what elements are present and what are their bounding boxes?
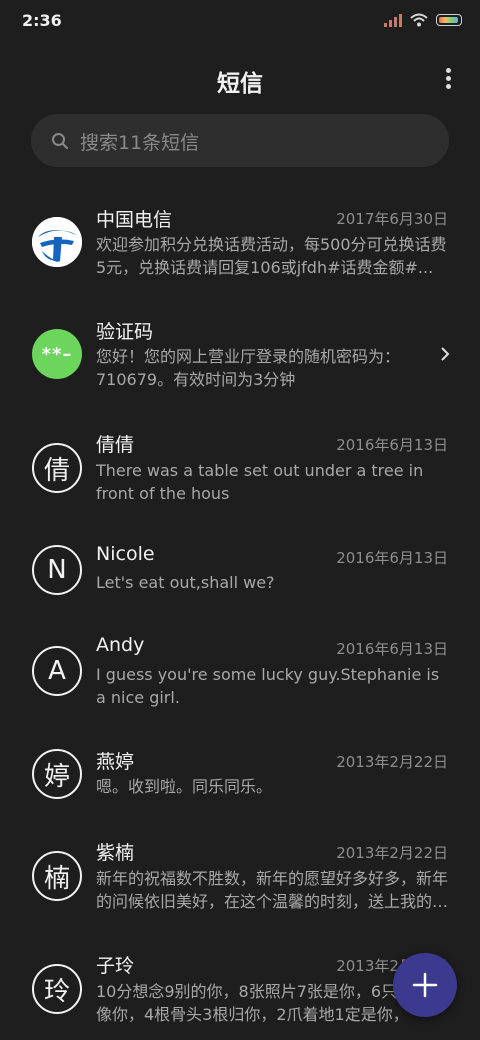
message-preview: 您好！您的网上营业厅登录的随机密码为：710679。有效时间为3分钟 [96,347,401,389]
message-preview: 新年的祝福数不胜数，新年的愿望好多好多，新年的问候依旧美好，在这个温馨的时刻，送… [96,869,449,911]
message-date: 2017年6月30日 [336,210,448,228]
avatar: 婷 [32,749,82,799]
contact-name: 子玲 [96,955,135,977]
battery-icon [436,14,462,26]
search-input[interactable]: 搜索11条短信 [80,128,199,155]
contact-name: 燕婷 [96,751,135,773]
more-options-icon[interactable] [446,68,452,90]
contact-name: 紫楠 [96,842,135,864]
header: 短信 [0,56,480,104]
page-title: 短信 [217,71,263,97]
message-preview: Let's eat out,shall we? [96,573,275,592]
conversation-item[interactable]: 中国电信 2017年6月30日 欢迎参加积分兑换话费活动，每500分可兑换话费5… [0,190,480,302]
message-date: 2016年6月13日 [336,549,448,567]
conversation-item[interactable]: **– 验证码 您好！您的网上营业厅登录的随机密码为：710679。有效时间为3… [0,302,480,414]
message-date: 2016年6月13日 [336,436,448,454]
message-preview: 嗯。收到啦。同乐同乐。 [96,777,273,796]
conversation-item[interactable]: 倩 倩倩 2016年6月13日 There was a table set ou… [0,415,480,527]
avatar: 玲 [32,964,82,1014]
wifi-icon [410,13,428,27]
contact-name: Andy [96,634,145,656]
contact-name: 验证码 [96,321,154,343]
avatar: A [32,646,82,696]
avatar: 楠 [32,851,82,901]
message-date: 2016年6月13日 [336,640,448,658]
message-date: 2013年2月22日 [336,753,448,771]
message-preview: 欢迎参加积分兑换话费活动，每500分可兑换话费5元，兑换话费请回复106或jfd… [96,235,447,277]
conversation-item[interactable]: A Andy 2016年6月13日 I guess you're some lu… [0,619,480,731]
status-bar: 2:36 [0,0,480,44]
avatar: N [32,545,82,595]
verification-code-avatar: **– [32,329,82,379]
chevron-right-icon[interactable] [440,346,450,362]
message-date: 2013年2月22日 [336,844,448,862]
message-preview: There was a table set out under a tree i… [96,461,424,503]
plus-icon [412,972,438,998]
message-preview: I guess you're some lucky guy.Stephanie … [96,665,440,707]
conversation-item[interactable]: 婷 燕婷 2013年2月22日 嗯。收到啦。同乐同乐。 [0,732,480,822]
status-time: 2:36 [22,11,62,30]
new-message-button[interactable] [393,953,457,1017]
contact-name: 中国电信 [96,209,173,231]
search-bar[interactable]: 搜索11条短信 [31,114,449,167]
contact-name: Nicole [96,543,155,565]
contact-name: 倩倩 [96,434,135,456]
china-telecom-logo-icon [32,217,82,267]
status-icons [384,13,462,27]
search-icon [52,133,68,149]
conversation-item[interactable]: N Nicole 2016年6月13日 Let's eat out,shall … [0,528,480,618]
avatar: 倩 [32,443,82,493]
conversation-item[interactable]: 楠 紫楠 2013年2月22日 新年的祝福数不胜数，新年的愿望好多好多，新年的问… [0,823,480,935]
signal-icon [384,13,402,27]
